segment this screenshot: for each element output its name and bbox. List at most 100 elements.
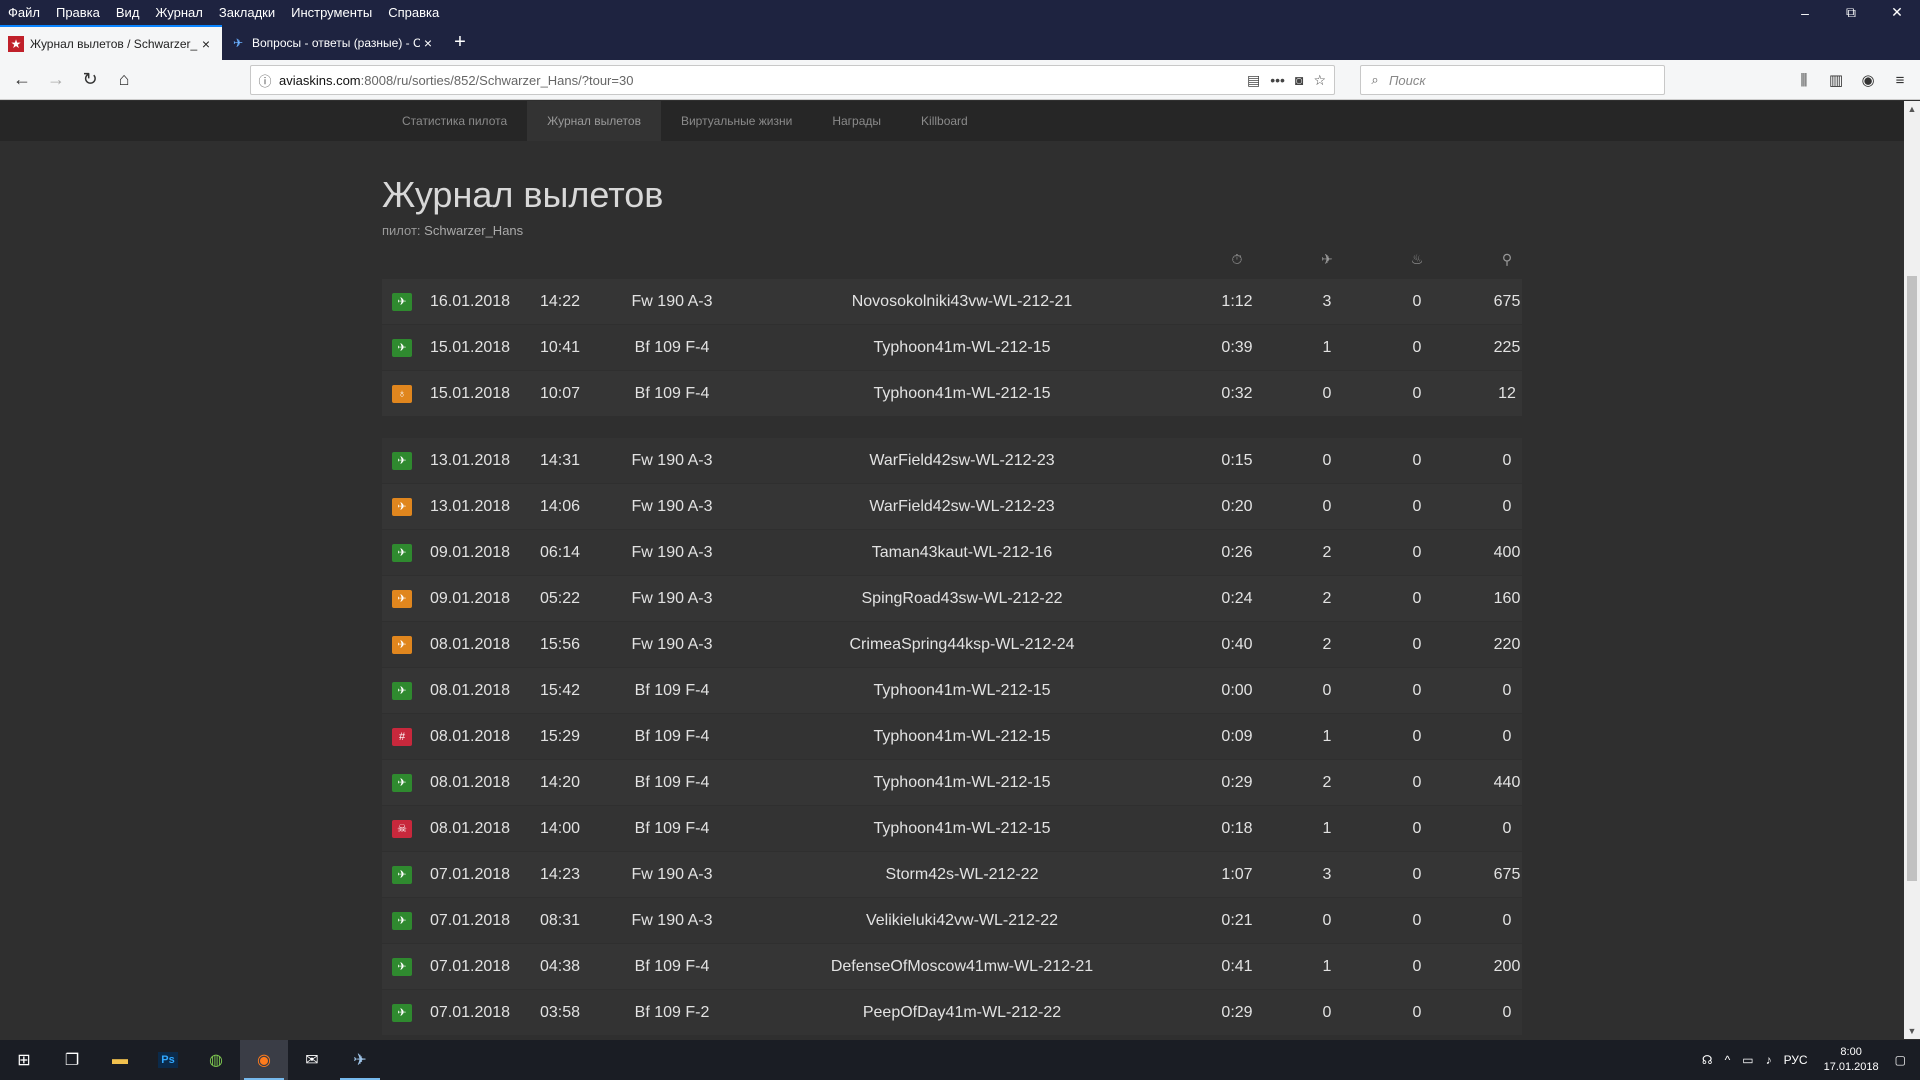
menu-help[interactable]: Справка <box>380 0 447 25</box>
page-scrollbar[interactable]: ▲ ▼ <box>1904 101 1920 1039</box>
menu-history[interactable]: Журнал <box>147 0 210 25</box>
restore-icon[interactable]: ⧉ <box>1828 0 1874 25</box>
sortie-row[interactable]: ✈ 07.01.2018 08:31 Fw 190 A-3 Velikieluki42v… <box>382 898 1522 943</box>
sortie-mission: Taman43kaut-WL-212-16 <box>871 544 1053 561</box>
sortie-ground-kills: 0 <box>1412 590 1422 607</box>
subnav-killboard[interactable]: Killboard <box>901 101 988 141</box>
pilot-subtitle: пилот: Schwarzer_Hans <box>382 223 523 238</box>
sortie-row[interactable]: ✈ 08.01.2018 14:20 Bf 109 F-4 Typhoon41m-WL-… <box>382 760 1522 805</box>
search-icon: ⌕ <box>1371 72 1379 87</box>
sortie-row[interactable]: ♁ 15.01.2018 10:07 Bf 109 F-4 Typhoon41m-WL-… <box>382 371 1522 416</box>
sortie-score: 0 <box>1502 820 1512 837</box>
sortie-score: 440 <box>1493 774 1521 791</box>
sortie-air-kills: 0 <box>1322 912 1332 929</box>
sortie-score: 675 <box>1493 866 1521 883</box>
info-icon[interactable]: ⓘ <box>251 71 279 90</box>
sortie-row[interactable]: #08.01.2018 15:29 Bf 109 F-4 Typhoon41m-WL-… <box>382 714 1522 759</box>
sortie-row[interactable]: ✈ 16.01.2018 14:22 Fw 190 A-3 Novosokolniki4… <box>382 279 1522 324</box>
file-explorer-icon[interactable]: ▬ <box>96 1040 144 1080</box>
sortie-score: 0 <box>1502 452 1512 469</box>
scrollbar-thumb[interactable] <box>1907 276 1917 881</box>
close-window-icon[interactable]: ✕ <box>1874 0 1920 25</box>
menu-edit[interactable]: Правка <box>48 0 108 25</box>
sortie-date: 09.01.2018 <box>430 544 511 561</box>
new-tab-button[interactable]: + <box>444 25 476 60</box>
reader-view-icon[interactable]: ▤ <box>1247 72 1260 89</box>
app-green-icon[interactable]: ◍ <box>192 1040 240 1080</box>
sidebar-icon[interactable]: ▥ <box>1826 64 1846 96</box>
sortie-time: 08:31 <box>540 912 581 929</box>
sortie-ground-kills: 0 <box>1412 774 1422 791</box>
windows-start-icon[interactable]: ⊞ <box>0 1040 48 1080</box>
home-icon[interactable]: ⌂ <box>108 64 140 96</box>
sortie-row[interactable]: ✈ 07.01.2018 14:23 Fw 190 A-3 Storm42s-WL-21… <box>382 852 1522 897</box>
sortie-duration: 0:40 <box>1221 636 1253 653</box>
network-icon[interactable]: ▭ <box>1736 1053 1759 1067</box>
sortie-row[interactable]: ✈ 09.01.2018 05:22 Fw 190 A-3 SpingRoad43sw-… <box>382 576 1522 621</box>
sortie-row[interactable]: ✈ 07.01.2018 03:58 Bf 109 F-2 PeepOfDay41m-W… <box>382 990 1522 1035</box>
pocket-icon[interactable]: ◙ <box>1295 72 1303 89</box>
sortie-date: 09.01.2018 <box>430 590 511 607</box>
sortie-time: 10:07 <box>540 385 581 402</box>
sortie-duration: 0:21 <box>1221 912 1253 929</box>
sortie-air-kills: 2 <box>1322 636 1332 653</box>
menu-view[interactable]: Вид <box>108 0 148 25</box>
sortie-aircraft: Bf 109 F-4 <box>634 820 710 837</box>
hamburger-menu-icon[interactable]: ≡ <box>1890 64 1910 96</box>
sortie-row[interactable]: ✈ 08.01.2018 15:42 Bf 109 F-4 Typhoon41m-WL-… <box>382 668 1522 713</box>
forward-icon[interactable]: → <box>40 64 72 96</box>
sortie-time: 05:22 <box>540 590 581 607</box>
task-view-icon[interactable]: ❐ <box>48 1040 96 1080</box>
search-input[interactable]: ⌕ Поиск <box>1360 65 1665 95</box>
tab-close-icon[interactable]: × <box>198 36 214 52</box>
tab-sorties[interactable]: ★ Журнал вылетов / Schwarzer_H × <box>0 25 222 60</box>
sortie-row[interactable]: ✈ 09.01.2018 06:14 Fw 190 A-3 Taman43kaut-WL… <box>382 530 1522 575</box>
subnav-awards[interactable]: Награды <box>812 101 901 141</box>
more-actions-icon[interactable]: ••• <box>1270 72 1285 89</box>
menu-file[interactable]: Файл <box>0 0 48 25</box>
sortie-air-kills: 1 <box>1322 958 1332 975</box>
sortie-row[interactable]: ✈ 13.01.2018 14:06 Fw 190 A-3 WarField42sw-W… <box>382 484 1522 529</box>
sortie-date: 07.01.2018 <box>430 958 511 975</box>
scroll-down-icon[interactable]: ▼ <box>1904 1023 1920 1039</box>
sortie-row[interactable]: ☠ 08.01.2018 14:00 Bf 109 F-4 Typhoon41m-WL-… <box>382 806 1522 851</box>
menu-bookmarks[interactable]: Закладки <box>211 0 283 25</box>
clock[interactable]: 8:00 17.01.2018 <box>1814 1045 1889 1075</box>
firefox-icon[interactable]: ◉ <box>240 1040 288 1080</box>
sortie-row[interactable]: ✈ 08.01.2018 15:56 Fw 190 A-3 CrimeaSpring44… <box>382 622 1522 667</box>
url-text[interactable]: aviaskins.com:8008/ru/sorties/852/Schwar… <box>279 73 1247 88</box>
library-icon[interactable]: ⫼ <box>1794 64 1814 96</box>
scroll-up-icon[interactable]: ▲ <box>1904 101 1920 117</box>
menu-tools[interactable]: Инструменты <box>283 0 380 25</box>
sortie-row[interactable]: ✈ 13.01.2018 14:31 Fw 190 A-3 WarField42sw-W… <box>382 438 1522 483</box>
url-bar[interactable]: ⓘ aviaskins.com:8008/ru/sorties/852/Schw… <box>250 65 1335 95</box>
sortie-date: 07.01.2018 <box>430 1004 511 1021</box>
extension-icon[interactable]: ◉ <box>1858 64 1878 96</box>
person-icon[interactable]: ☊ <box>1696 1053 1719 1067</box>
back-icon[interactable]: ← <box>6 64 38 96</box>
language-indicator[interactable]: РУС <box>1778 1053 1814 1067</box>
sortie-row[interactable]: ✈ 07.01.2018 04:38 Bf 109 F-4 DefenseOfMosco… <box>382 944 1522 989</box>
tab-close-icon[interactable]: × <box>420 35 436 51</box>
sortie-duration: 0:09 <box>1221 728 1253 745</box>
minimize-icon[interactable]: – <box>1782 0 1828 25</box>
tab-title: Журнал вылетов / Schwarzer_H <box>30 36 198 51</box>
game-launcher-icon[interactable]: ✈ <box>336 1040 384 1080</box>
subnav-virtual-lives[interactable]: Виртуальные жизни <box>661 101 812 141</box>
notifications-icon[interactable]: ▢ <box>1889 1053 1920 1067</box>
nav-bar: ← → ↻ ⌂ ⓘ aviaskins.com:8008/ru/sorties/… <box>0 60 1920 100</box>
sortie-row[interactable]: ✈ 15.01.2018 10:41 Bf 109 F-4 Typhoon41m-WL-… <box>382 325 1522 370</box>
subnav-sorties[interactable]: Журнал вылетов <box>527 101 661 141</box>
volume-icon[interactable]: ♪ <box>1760 1053 1778 1067</box>
bookmark-star-icon[interactable]: ☆ <box>1313 72 1326 89</box>
reload-icon[interactable]: ↻ <box>74 64 106 96</box>
subnav-pilot-stats[interactable]: Статистика пилота <box>382 101 527 141</box>
sortie-time: 14:20 <box>540 774 581 791</box>
mail-icon[interactable]: ✉ <box>288 1040 336 1080</box>
tab-questions[interactable]: ✈ Вопросы - ответы (разные) - C × <box>222 25 444 60</box>
photoshop-icon[interactable]: Ps <box>144 1040 192 1080</box>
sortie-air-kills: 3 <box>1322 866 1332 883</box>
sortie-mission: Typhoon41m-WL-212-15 <box>873 682 1051 699</box>
sortie-mission: CrimeaSpring44ksp-WL-212-24 <box>849 636 1075 653</box>
tray-expand-icon[interactable]: ^ <box>1719 1053 1737 1067</box>
